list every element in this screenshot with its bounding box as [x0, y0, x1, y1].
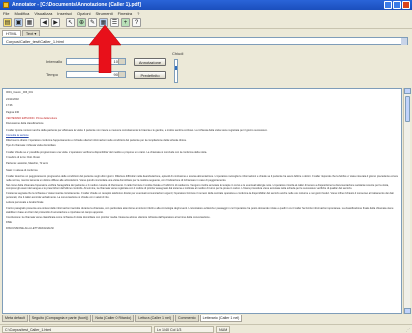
scroll-down-icon[interactable] — [404, 308, 411, 314]
document-paragraph: 17:36 — [6, 104, 13, 108]
predefinito-button[interactable]: Predefinito — [134, 71, 166, 79]
document-paragraph: Tipo di chiamata: richiesta visita domic… — [6, 143, 56, 147]
print-icon[interactable]: ▦ — [25, 18, 34, 27]
document-paragraph: Consulta la sezione — [6, 133, 29, 137]
red-arrow-icon — [89, 25, 121, 73]
document-paragraph: Riferimento diretto: l'operatore conferm… — [6, 138, 187, 142]
document-paragraph: Pagina 230 — [6, 110, 20, 114]
annotation-tab[interactable]: Letterario (Caller 1 nel) — [199, 315, 243, 322]
annotation-tab[interactable]: Nota (Caller 0 Ritardo) — [92, 315, 135, 322]
zoom-icon[interactable]: ⊕ — [77, 18, 86, 27]
maximize-button[interactable] — [393, 1, 401, 9]
document-paragraph: VENTESIMO EPISODIO. Prima della lettura — [6, 117, 57, 121]
document-paragraph: Conclusione: la chiamata viene classific… — [6, 215, 211, 219]
annotation-tab[interactable]: Meta default — [2, 315, 28, 322]
document-paragraph: 24/11/2002 — [6, 97, 19, 101]
title-bar: Annotator - [C:\Documents\Annotazione (C… — [0, 0, 412, 10]
document-paragraph: Il terzo paragrafo presenta una sintesi … — [6, 207, 394, 214]
menu-finestra[interactable]: Finestra — [118, 11, 132, 16]
document-paragraph: Lettura personale e Analisi finale — [6, 200, 44, 204]
document-paragraph: Paziente: assistito, Maschio, 72 anni — [6, 162, 48, 166]
document-paragraph: Il caller chiede se e' possibile program… — [6, 150, 208, 154]
back-icon[interactable]: ◀ — [40, 18, 49, 27]
forward-icon[interactable]: ▶ — [51, 18, 60, 27]
tab-html[interactable]: HTML — [2, 30, 21, 36]
help-icon[interactable]: ? — [132, 18, 141, 27]
status-mode: NUM — [216, 325, 231, 333]
intervallo-label: Intervallo — [46, 59, 63, 64]
save-icon[interactable]: ▣ — [14, 18, 23, 27]
document-paragraph: Nel corso della chiamata l'operatore ver… — [6, 183, 389, 191]
path-combobox[interactable]: Corpus\Caller_test\Caller_1.html — [2, 37, 408, 45]
menu-strumenti[interactable]: Strumenti — [96, 11, 113, 16]
status-path: C:\Corpus\test_Caller_1.html — [2, 325, 152, 333]
scroll-up-icon[interactable] — [404, 88, 411, 94]
document-paragraph: FINE — [6, 220, 12, 224]
window-title: Annotator - [C:\Documents\Annotazione (C… — [12, 2, 141, 8]
annotation-tab[interactable]: Lettura (Caller 1 nel) — [135, 315, 175, 322]
app-icon — [3, 2, 9, 8]
chiudi-label: Chiudi — [172, 51, 184, 56]
path-value: Corpus\Caller_test\Caller_1.html — [6, 39, 64, 44]
document-paragraph: Discussione della classificazione — [6, 122, 44, 126]
toolbar: ▤ ▣ ▦ ◀ ▶ ↖ ⊕ ✎ ▦ ☰ + ? — [0, 17, 412, 29]
annotation-tabs: Meta default Seguito (Compagnia e parte (… — [0, 315, 412, 323]
minimize-button[interactable] — [384, 1, 392, 9]
tab-text[interactable]: Text ▾ — [21, 30, 41, 36]
view-tabs: HTML Text ▾ — [0, 29, 412, 36]
tempo-label: Tempo — [46, 72, 59, 77]
status-bar: C:\Corpus\test_Caller_1.html Ln 1/40 Col… — [0, 324, 412, 333]
menu-inserisci[interactable]: Inserisci — [57, 11, 72, 16]
status-position: Ln 1/40 Col 1/3 — [154, 325, 214, 333]
document-paragraph: Il caller descrive un peggioramento prog… — [6, 175, 398, 182]
open-icon[interactable]: ▤ — [3, 18, 12, 27]
menu-help[interactable]: ? — [137, 11, 139, 16]
close-button[interactable] — [402, 1, 410, 9]
menu-modifica[interactable]: Modifica — [14, 11, 29, 16]
menu-file[interactable]: File — [3, 11, 9, 16]
menu-bar: File Modifica Visualizza Inserisci Opzio… — [0, 10, 412, 17]
window-controls — [384, 1, 410, 9]
vertical-slider[interactable] — [174, 59, 178, 83]
annotazione-button[interactable]: Annotazione — [134, 58, 166, 66]
document-paragraph: 0001_Caso1 _006_001 — [6, 91, 33, 94]
annotation-tab[interactable]: Commento — [175, 315, 199, 322]
document-paragraph: Il caller riporta i sintomi anche della … — [6, 128, 268, 132]
menu-opzioni[interactable]: Opzioni — [77, 11, 91, 16]
pointer-icon[interactable]: ↖ — [66, 18, 75, 27]
document-paragraph: Stato: in attesa di conferma — [6, 168, 38, 172]
chevron-down-icon[interactable] — [401, 38, 407, 45]
add-icon[interactable]: + — [121, 18, 130, 27]
document-view[interactable]: 0001_Caso1 _006_001 24/11/2002 17:36 Pagina… — [2, 88, 402, 314]
vertical-scrollbar[interactable] — [403, 88, 411, 314]
menu-visualizza[interactable]: Visualizza — [34, 11, 52, 16]
scroll-thumb[interactable] — [405, 96, 410, 122]
document-paragraph: Il medico di turno: Dott. Rossi — [6, 155, 40, 159]
resize-grip-icon[interactable]: ⋰ — [406, 327, 410, 332]
annotation-tab[interactable]: Seguito (Compagnia e parte (fuori)) — [28, 315, 92, 322]
document-paragraph: DISCUSSIONE ALLA LETTURA/ANALISI — [6, 227, 54, 231]
document-paragraph: Il sistema segnala che la richiesta e' s… — [6, 192, 394, 199]
controls-panel: Intervallo 10 Tempo 90 Annotazione Prede… — [2, 47, 408, 87]
